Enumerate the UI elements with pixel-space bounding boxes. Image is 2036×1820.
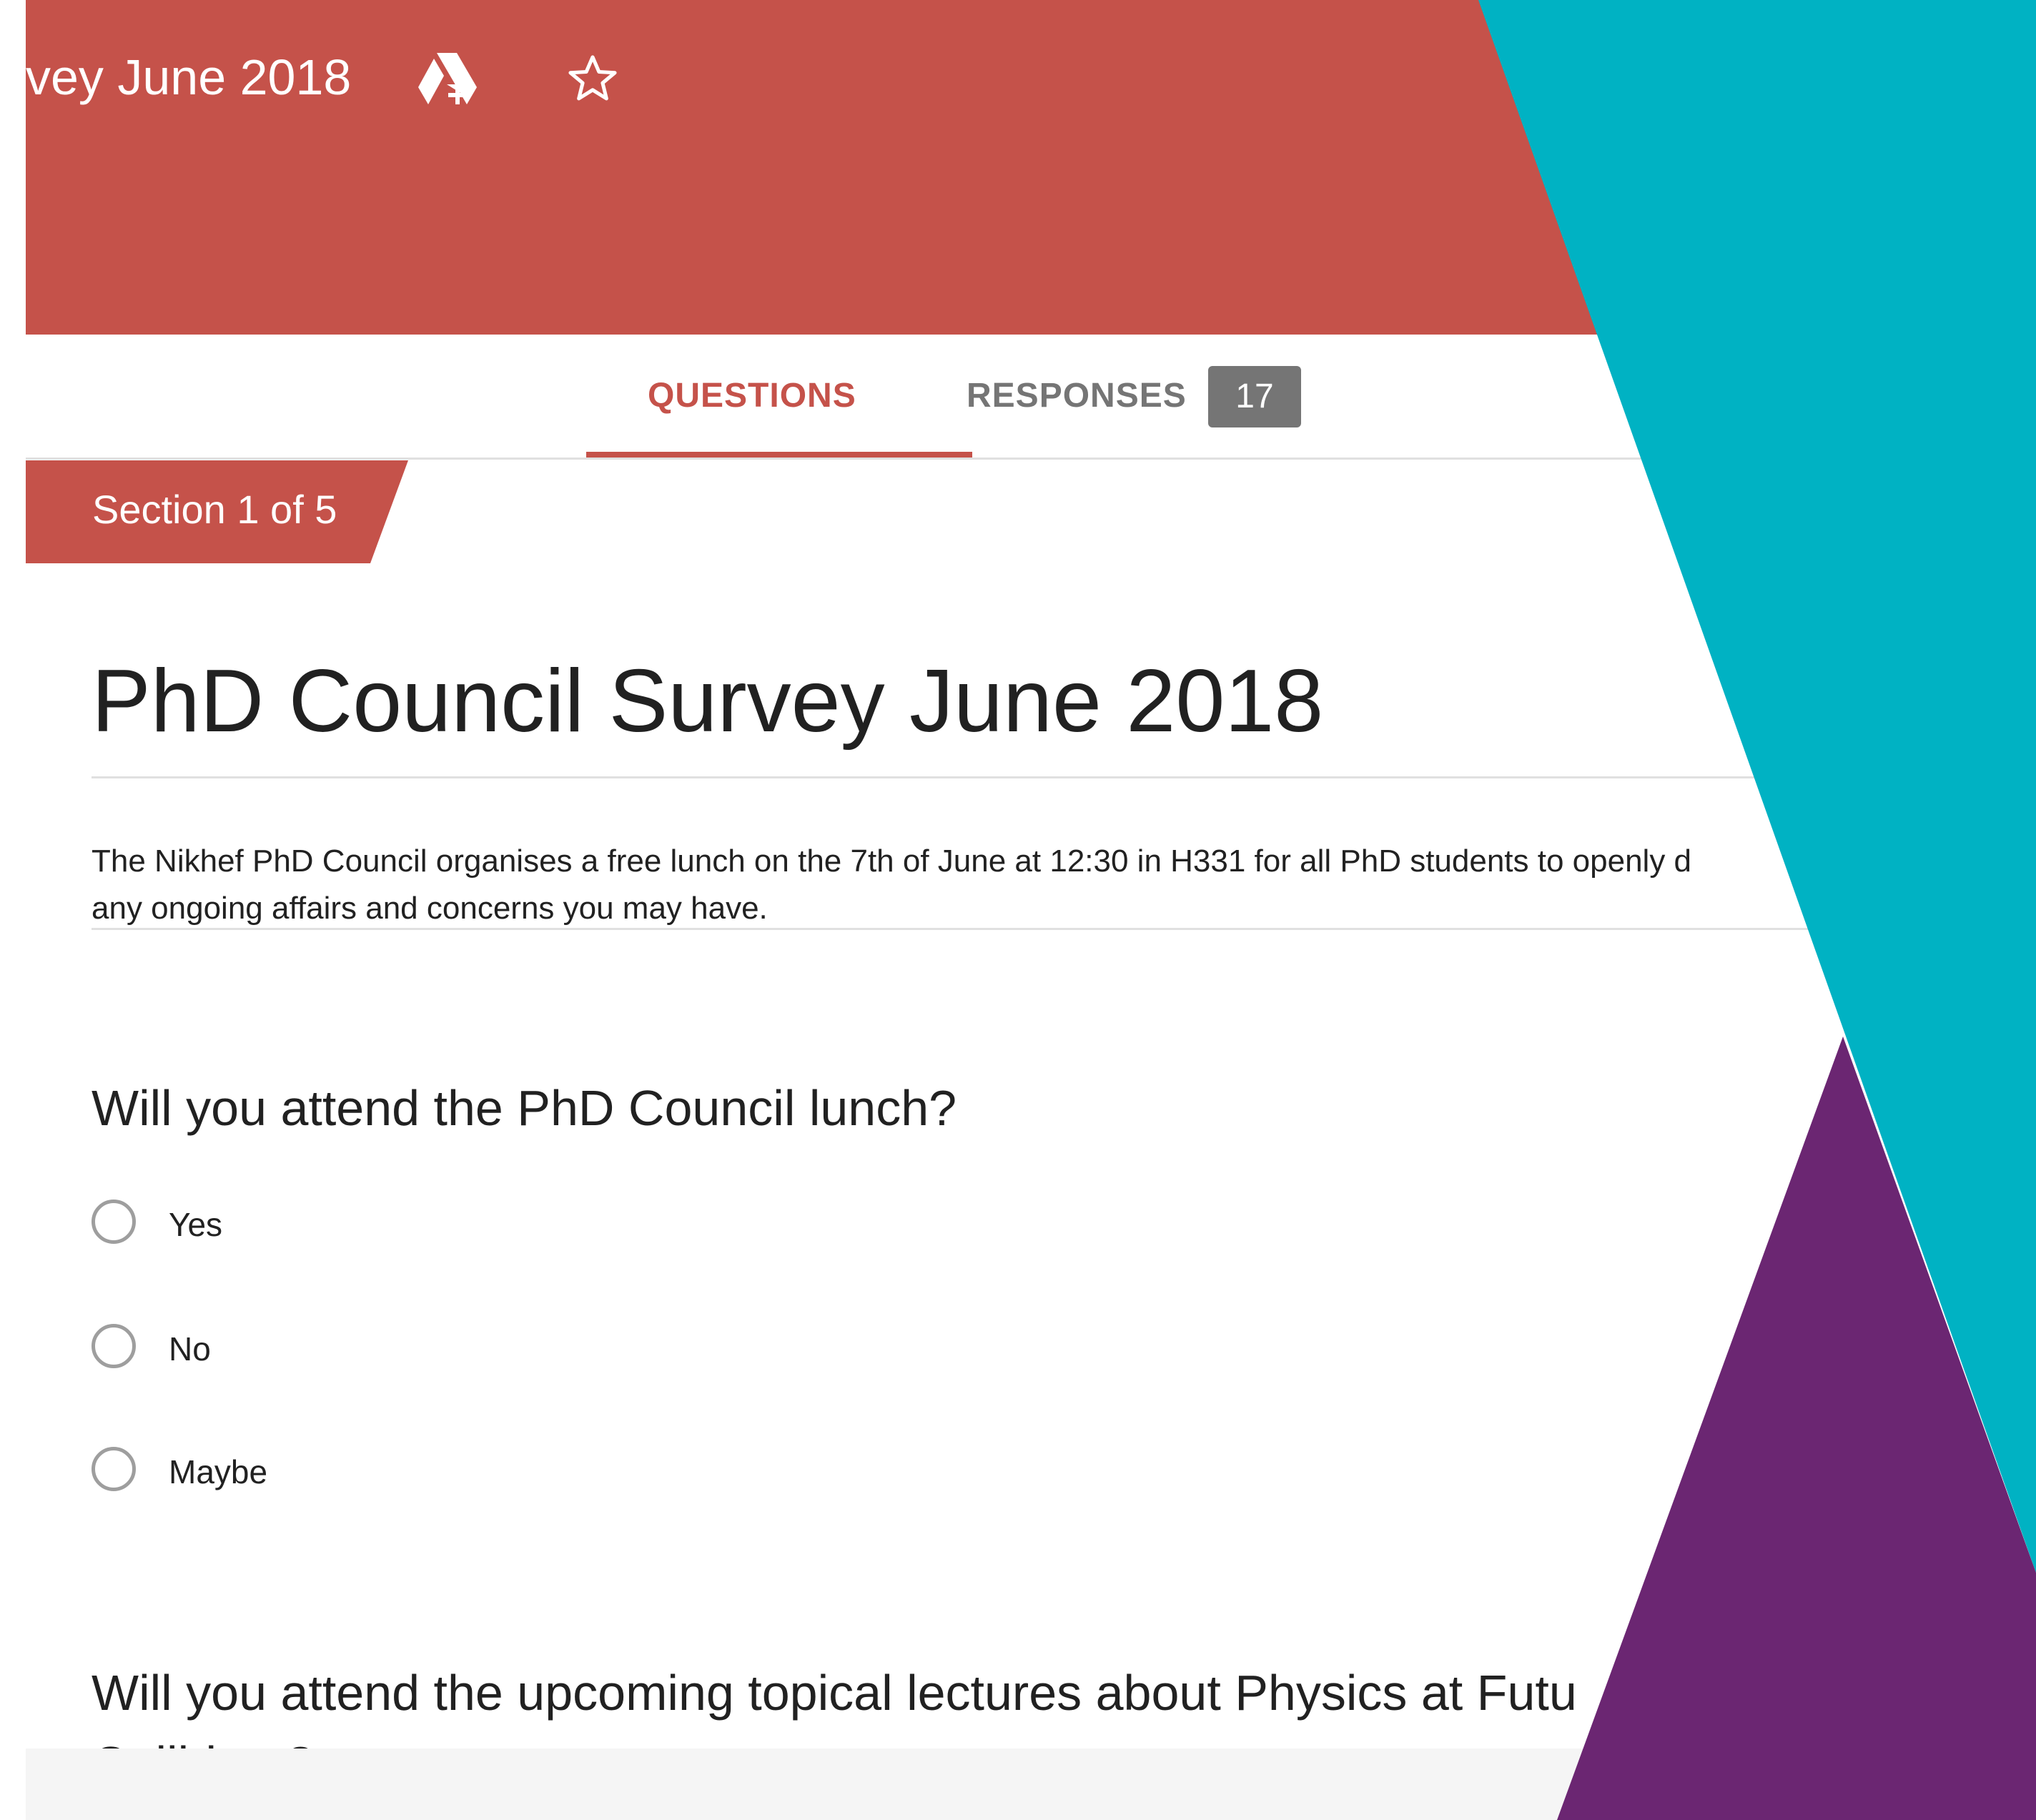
form-description[interactable]: The Nikhef PhD Council organises a free … bbox=[92, 838, 1807, 932]
description-divider bbox=[92, 928, 2036, 930]
tab-responses[interactable]: RESPONSES bbox=[967, 376, 1187, 415]
form-header: vey June 2018 bbox=[26, 0, 2036, 335]
star-outline-icon[interactable] bbox=[565, 51, 620, 106]
radio-button[interactable] bbox=[92, 1324, 136, 1368]
tab-bar: QUESTIONS RESPONSES 17 bbox=[26, 335, 2036, 460]
radio-button[interactable] bbox=[92, 1447, 136, 1491]
purple-shape bbox=[1557, 1037, 2036, 1820]
responses-count-badge: 17 bbox=[1208, 366, 1301, 427]
document-title[interactable]: vey June 2018 bbox=[26, 49, 351, 106]
description-line: The Nikhef PhD Council organises a free … bbox=[92, 844, 1692, 879]
left-margin bbox=[0, 0, 26, 1820]
active-tab-indicator bbox=[586, 452, 972, 458]
add-to-drive-icon[interactable] bbox=[415, 50, 480, 107]
screen: vey June 2018 QUESTIONS RESPONSES 17 Sec… bbox=[0, 0, 2036, 1820]
option-label: No bbox=[169, 1330, 211, 1368]
section-label: Section 1 of 5 bbox=[92, 487, 337, 532]
radio-button[interactable] bbox=[92, 1200, 136, 1244]
option-label: Maybe bbox=[169, 1453, 268, 1490]
tab-questions[interactable]: QUESTIONS bbox=[648, 376, 856, 415]
option-label: Yes bbox=[169, 1206, 223, 1243]
title-divider bbox=[92, 776, 2036, 778]
bottom-bar bbox=[26, 1749, 2036, 1820]
question-title: Will you attend the PhD Council lunch? bbox=[92, 1080, 957, 1136]
form-title[interactable]: PhD Council Survey June 2018 bbox=[92, 651, 1323, 752]
description-line: any ongoing affairs and concerns you may… bbox=[92, 891, 768, 926]
question-title-line: Will you attend the upcoming topical lec… bbox=[92, 1665, 1577, 1721]
